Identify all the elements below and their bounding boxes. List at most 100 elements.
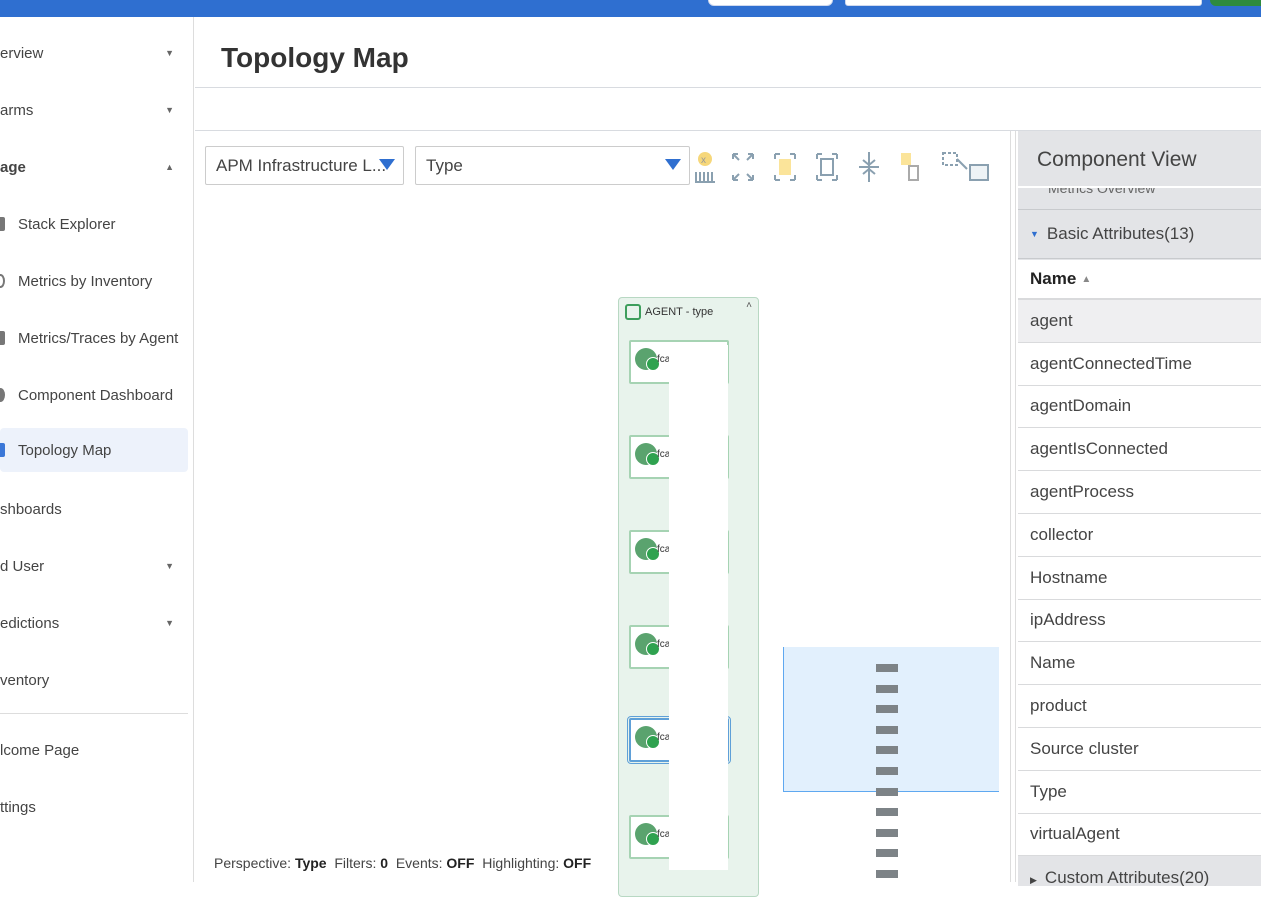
- handle-dash: [876, 725, 898, 734]
- table-row[interactable]: ipAddress: [1018, 600, 1261, 643]
- agent-group-icon: [625, 304, 641, 320]
- sidebar-item-label: Metrics/Traces by Agent: [18, 329, 179, 347]
- sidebar-item-settings[interactable]: ttings: [0, 785, 188, 829]
- table-row[interactable]: agentDomain: [1018, 386, 1261, 429]
- metrics-overview-section[interactable]: Metrics Overview: [1018, 186, 1261, 208]
- sidebar-item-stack-explorer[interactable]: Stack Explorer: [0, 202, 188, 246]
- metrics-icon: [0, 274, 5, 288]
- handle-dash: [876, 870, 898, 878]
- table-row[interactable]: product: [1018, 685, 1261, 728]
- layer-select-value: APM Infrastructure L...: [216, 155, 387, 175]
- panel-splitter[interactable]: [1010, 131, 1016, 882]
- sidebar-item-label: ventory: [0, 671, 50, 689]
- dropdown-arrow-icon: [665, 159, 681, 170]
- table-row[interactable]: agent: [1018, 300, 1261, 343]
- attribute-name: virtualAgent: [1030, 824, 1120, 844]
- sidebar-item-inventory[interactable]: ventory: [0, 658, 188, 702]
- clear-filter-icon[interactable]: x: [690, 150, 720, 184]
- sidebar-item-label: Metrics by Inventory: [18, 272, 153, 290]
- top-bar-button[interactable]: [708, 0, 833, 6]
- component-view-panel: Component View Metrics Overview ▼ Basic A…: [1018, 131, 1261, 886]
- chevron-down-icon: ▼: [165, 48, 174, 58]
- chevron-down-icon: ▼: [165, 105, 174, 115]
- attribute-name: agentProcess: [1030, 482, 1134, 502]
- sidebar-item-label: Topology Map: [18, 441, 112, 459]
- sidebar-item-component-dashboard[interactable]: Component Dashboard: [0, 373, 188, 417]
- top-bar-search[interactable]: [845, 0, 1202, 6]
- top-bar-status[interactable]: [1210, 0, 1261, 6]
- handle-dash: [876, 849, 898, 858]
- table-row[interactable]: virtualAgent: [1018, 814, 1261, 857]
- attribute-name: Name: [1030, 653, 1076, 673]
- sidebar-divider: [0, 713, 188, 714]
- chevron-down-icon: ▼: [165, 561, 174, 571]
- attribute-name: ipAddress: [1030, 610, 1106, 630]
- sidebar: erview ▼ arms ▼ age ▲ Stack Explorer Metric…: [0, 17, 194, 882]
- svg-text:x: x: [701, 155, 706, 166]
- collapsed-triangle-icon: ▶: [1030, 875, 1037, 885]
- top-bar: [0, 0, 1261, 17]
- expanded-triangle-icon: ▼: [1030, 229, 1039, 239]
- fit-to-view-icon[interactable]: [812, 150, 842, 184]
- sidebar-item-welcome-page[interactable]: lcome Page: [0, 728, 188, 772]
- sidebar-item-end-user[interactable]: d User ▼: [0, 544, 188, 588]
- handle-dash: [876, 787, 898, 796]
- collapse-icon[interactable]: [854, 150, 884, 184]
- status-label: Events:: [395, 855, 443, 871]
- table-row[interactable]: collector: [1018, 514, 1261, 557]
- expand-selected-icon[interactable]: [770, 150, 800, 184]
- table-row[interactable]: Type: [1018, 771, 1261, 814]
- handle-dash: [876, 828, 898, 837]
- move-selected-icon[interactable]: [896, 150, 926, 184]
- table-row[interactable]: agentConnectedTime: [1018, 343, 1261, 386]
- chevron-up-icon: ▲: [165, 162, 174, 172]
- status-perspective: Type: [294, 855, 327, 871]
- table-row[interactable]: Source cluster: [1018, 728, 1261, 771]
- column-header-name[interactable]: Name ▲: [1018, 260, 1261, 300]
- sidebar-item-label: arms: [0, 101, 34, 119]
- status-label: Filters:: [334, 855, 377, 871]
- sidebar-item-label: ttings: [0, 798, 36, 816]
- status-label: Highlighting:: [482, 855, 560, 871]
- sidebar-item-metrics-traces-by-agent[interactable]: Metrics/Traces by Agent: [0, 316, 188, 360]
- section-label: Custom Attributes(20): [1044, 868, 1210, 886]
- handle-dash: [876, 684, 898, 693]
- attribute-name: agentIsConnected: [1030, 439, 1168, 459]
- table-row[interactable]: Hostname: [1018, 557, 1261, 600]
- section-label: Basic Attributes(13): [1046, 224, 1195, 243]
- metrics-overview-label: Metrics Overview: [1048, 186, 1156, 196]
- sidebar-item-overview[interactable]: erview ▼: [0, 31, 188, 75]
- sidebar-item-label: Stack Explorer: [18, 215, 116, 233]
- sidebar-item-label: edictions: [0, 614, 60, 632]
- expand-all-icon[interactable]: [728, 150, 758, 184]
- chevron-down-icon: ▼: [165, 618, 174, 628]
- sidebar-item-predictions[interactable]: edictions ▼: [0, 601, 188, 645]
- table-row[interactable]: agentIsConnected: [1018, 428, 1261, 472]
- map-status-bar: Perspective: Type Filters: 0 Events: OFF…: [214, 855, 591, 871]
- sidebar-item-dashboards[interactable]: shboards: [0, 487, 188, 531]
- attribute-name: collector: [1030, 524, 1094, 544]
- status-label: Perspective:: [214, 855, 292, 871]
- basic-attributes-section[interactable]: ▼ Basic Attributes(13): [1018, 209, 1261, 259]
- table-row[interactable]: Name: [1018, 642, 1261, 686]
- select-area-icon[interactable]: [940, 150, 990, 184]
- attribute-name: Source cluster: [1030, 738, 1139, 758]
- sidebar-item-alarms[interactable]: arms ▼: [0, 88, 188, 132]
- agent-group-header: AGENT - type: [625, 304, 713, 320]
- sidebar-item-label: shboards: [0, 500, 62, 518]
- perspective-select[interactable]: Type: [415, 146, 690, 185]
- sidebar-item-topology-map[interactable]: Topology Map: [0, 428, 188, 472]
- agent-group-label: AGENT - type: [645, 306, 714, 318]
- layer-select[interactable]: APM Infrastructure L...: [205, 146, 404, 185]
- collapse-group-icon[interactable]: ˄: [746, 300, 752, 311]
- page-title: Topology Map: [221, 42, 409, 73]
- handle-dash: [876, 808, 898, 817]
- column-label: Name: [1030, 269, 1077, 288]
- handle-dash: [876, 664, 898, 672]
- sidebar-item-manage[interactable]: age ▲: [0, 145, 188, 189]
- attribute-name: Hostname: [1030, 567, 1108, 587]
- attribute-name: agentDomain: [1030, 396, 1132, 416]
- status-filters: 0: [380, 855, 389, 871]
- sidebar-item-metrics-by-inventory[interactable]: Metrics by Inventory: [0, 259, 188, 303]
- table-row[interactable]: agentProcess: [1018, 471, 1261, 514]
